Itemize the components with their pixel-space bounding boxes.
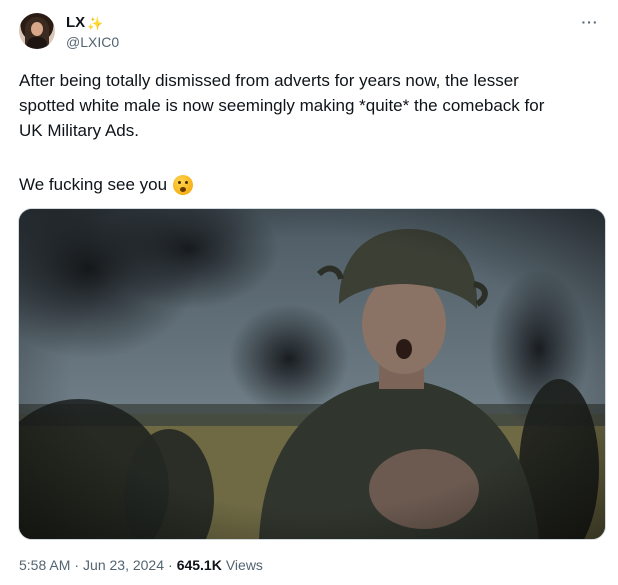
sparkle-icon: ✨	[87, 15, 104, 31]
tweet-text-line2: We fucking see you	[19, 172, 194, 197]
vignette	[19, 209, 605, 539]
views-count: 645.1K	[176, 557, 222, 573]
meta-separator-2: ·	[168, 557, 173, 573]
tweet-meta: 5:58 AM · Jun 23, 2024 · 645.1K Views	[19, 556, 263, 574]
shushing-face-emoji	[173, 174, 194, 195]
views-label: Views	[225, 557, 263, 573]
author-display-name[interactable]: LX	[66, 14, 85, 32]
meta-separator: ·	[74, 557, 80, 573]
tweet-text: After being totally dismissed from adver…	[19, 71, 545, 140]
tweet-text-second: We fucking see you	[19, 175, 168, 194]
tweet-date[interactable]: Jun 23, 2024	[83, 556, 164, 574]
author-handle[interactable]: @LXIC0	[66, 34, 119, 50]
more-options-button[interactable]: ···	[578, 12, 602, 32]
media-image	[19, 209, 605, 539]
tweet-time[interactable]: 5:58 AM	[19, 556, 70, 574]
tweet-media[interactable]	[18, 208, 606, 540]
avatar[interactable]	[19, 13, 55, 49]
avatar-face	[31, 22, 43, 36]
avatar-body	[27, 37, 47, 49]
ellipsis-icon: ···	[581, 14, 599, 30]
author-name-row[interactable]: LX ✨	[66, 14, 103, 32]
